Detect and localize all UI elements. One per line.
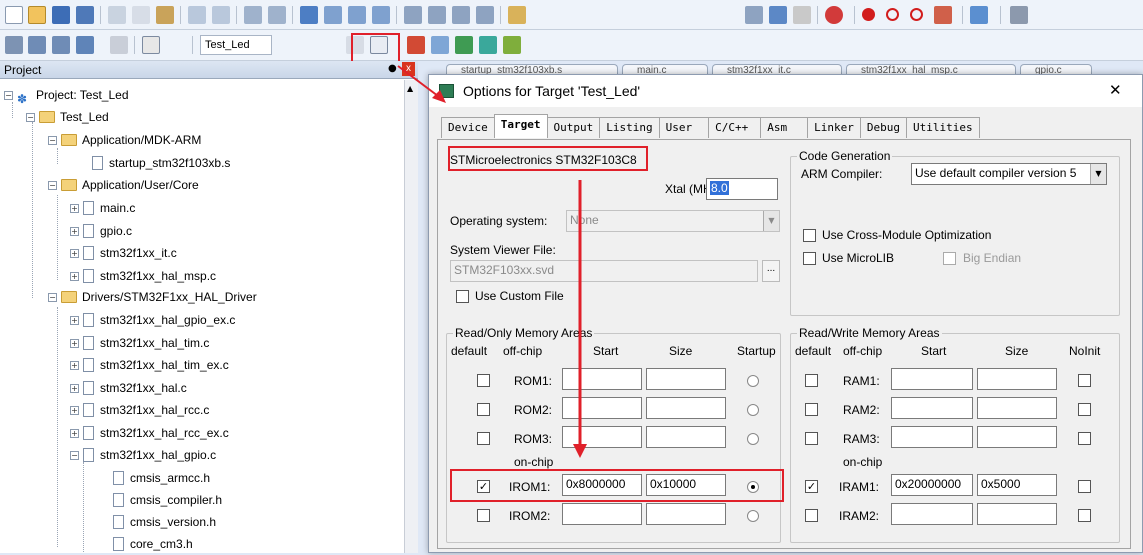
annotation-arrows	[397, 65, 587, 458]
arrow-line-to-dialog	[397, 65, 439, 97]
arrow-head-to-irom	[573, 444, 587, 458]
